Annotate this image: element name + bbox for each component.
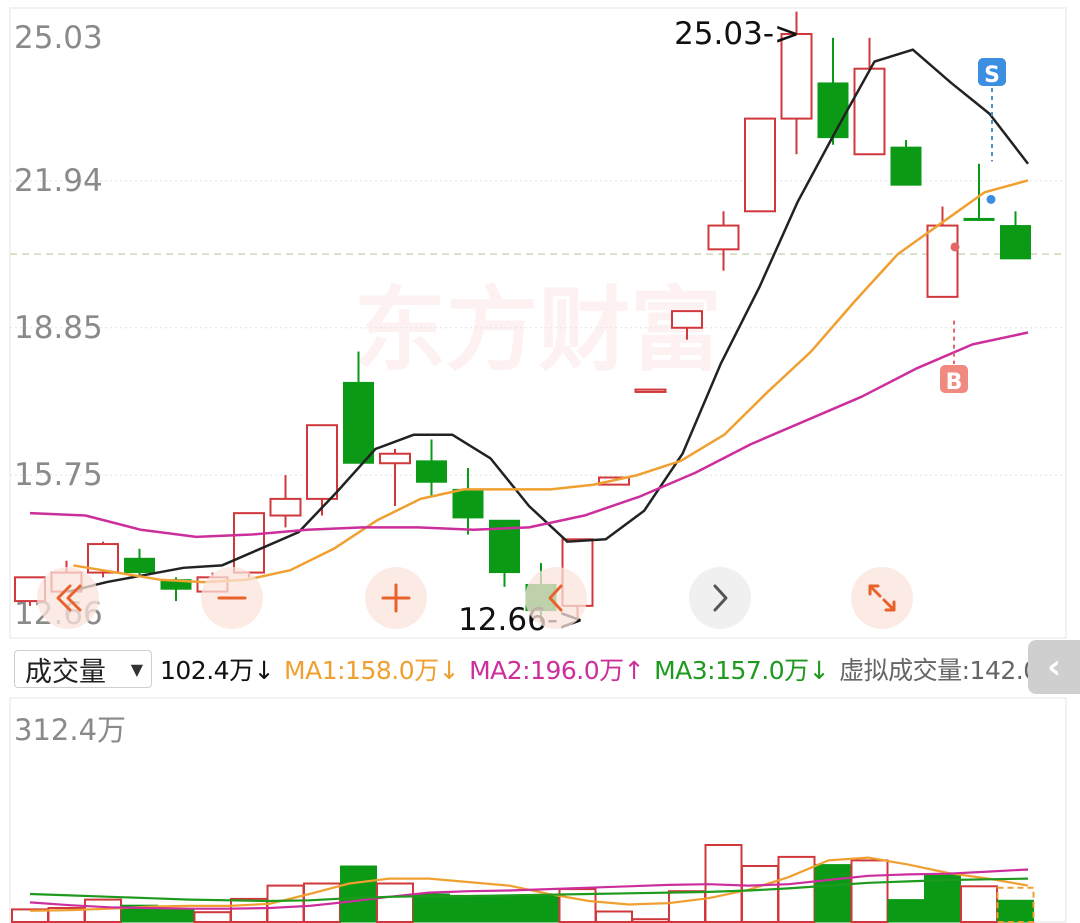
- volume-bar: [668, 890, 706, 923]
- chevron-down-icon: ▼: [130, 659, 143, 679]
- candle-body: [379, 452, 411, 465]
- volume-bar: [960, 885, 998, 923]
- volume-bar: [997, 899, 1034, 923]
- buy-signal-dot: [950, 242, 960, 252]
- fast-back-button[interactable]: [37, 567, 99, 629]
- volume-bar: [595, 910, 633, 923]
- candle-body: [817, 82, 849, 139]
- sell-signal-label: S: [984, 63, 1000, 88]
- candle-body: [306, 424, 338, 500]
- fullscreen-button-bg: [851, 567, 913, 629]
- volume-bar: [631, 918, 670, 923]
- volume-bar: [850, 859, 889, 923]
- volume-bar: [741, 865, 779, 923]
- candle-body: [269, 497, 302, 517]
- volume-ma3-value: MA3:157.0万↓: [654, 656, 830, 685]
- candle-body: [634, 388, 667, 393]
- y-tick-label: 18.85: [14, 310, 103, 346]
- y-tick-label: 15.75: [14, 457, 103, 493]
- volume-max-label: 312.4万: [14, 713, 126, 747]
- candle-body: [343, 381, 374, 464]
- volume-bars: [11, 844, 1035, 923]
- volume-bar: [486, 895, 523, 923]
- candle-body: [853, 67, 886, 156]
- volume-bar: [522, 894, 560, 923]
- fullscreen-button[interactable]: [851, 567, 913, 629]
- candle-body: [452, 488, 484, 519]
- indicator-selector[interactable]: 成交量 ▼: [14, 650, 152, 688]
- volume-stats: 102.4万↓ MA1:158.0万↓ MA2:196.0万↑ MA3:157.…: [160, 650, 1073, 688]
- candle-body: [124, 557, 155, 574]
- kline-chart-canvas[interactable]: 东方财富 25.0321.9418.8515.7512.66 SB 25.03-…: [0, 0, 1080, 923]
- volume-bar: [84, 898, 122, 923]
- volume-bar: [814, 864, 852, 923]
- volume-bar: [340, 865, 377, 923]
- candle-body: [744, 117, 776, 213]
- volume-ma1-value: MA1:158.0万↓: [284, 656, 460, 685]
- volume-bar: [193, 911, 232, 923]
- watermark-logo: 东方财富: [354, 277, 722, 384]
- candle-body: [671, 310, 703, 329]
- volume-y-axis: 312.4万: [14, 713, 126, 747]
- volume-ma2-value: MA2:196.0万↑: [469, 656, 645, 685]
- step-back-button-bg: [525, 567, 587, 629]
- volume-bar: [376, 882, 414, 923]
- volume-bar: [449, 894, 487, 923]
- zoom-in-button[interactable]: [365, 567, 427, 629]
- zoom-out-button[interactable]: [201, 567, 263, 629]
- candle-body: [890, 146, 922, 186]
- volume-bar: [413, 893, 450, 923]
- high-price-label: 25.03->: [674, 16, 800, 52]
- sell-signal-dot: [986, 194, 996, 204]
- volume-bar: [887, 899, 925, 923]
- candle-body: [963, 217, 995, 221]
- step-back-button[interactable]: [525, 567, 587, 629]
- volume-value: 102.4万↓: [160, 656, 275, 685]
- step-forward-button-bg: [689, 567, 751, 629]
- side-panel-toggle[interactable]: ‹: [1028, 640, 1080, 694]
- candle-body: [926, 224, 959, 298]
- y-tick-label: 25.03: [14, 20, 103, 56]
- watermark-text: 东方财富: [354, 277, 722, 384]
- volume-bar: [924, 874, 961, 923]
- buy-signal-label: B: [946, 370, 963, 395]
- price-y-axis: 25.0321.9418.8515.7512.66: [14, 20, 103, 632]
- candle-body: [233, 512, 265, 574]
- volume-bar: [157, 908, 195, 923]
- y-tick-label: 21.94: [14, 163, 103, 199]
- volume-bar: [230, 897, 268, 923]
- candle-body: [1000, 225, 1031, 260]
- step-forward-button[interactable]: [689, 567, 751, 629]
- indicator-selector-label: 成交量: [25, 656, 106, 688]
- candle-body: [707, 224, 740, 251]
- candle-body: [416, 460, 447, 483]
- chevron-left-icon: ‹: [1046, 647, 1061, 687]
